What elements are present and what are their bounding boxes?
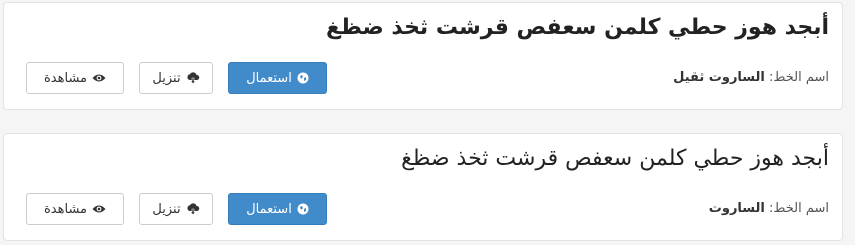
use-font-label: استعمال	[246, 70, 292, 86]
cloud-download-icon	[186, 72, 200, 84]
download-font-button[interactable]: تنزيل	[139, 193, 213, 225]
download-font-label: تنزيل	[152, 201, 181, 217]
download-font-label: تنزيل	[152, 70, 181, 86]
eye-icon	[92, 73, 106, 83]
font-sample-text: أبجد هوز حطي كلمن سعفص قرشت ثخذ ضظغ	[325, 15, 829, 40]
cloud-download-icon	[186, 203, 200, 215]
use-font-button[interactable]: استعمال	[228, 193, 327, 225]
font-name-value: الساروت	[708, 201, 765, 216]
globe-icon	[297, 203, 309, 215]
view-font-label: مشاهدة	[44, 201, 88, 217]
font-name-label: اسم الخط:	[769, 201, 829, 216]
font-sample-text: أبجد هوز حطي كلمن سعفص قرشت ثخذ ضظغ	[401, 146, 829, 171]
eye-icon	[92, 204, 106, 214]
use-font-label: استعمال	[246, 201, 292, 217]
globe-icon	[297, 72, 309, 84]
view-font-button[interactable]: مشاهدة	[26, 193, 124, 225]
use-font-button[interactable]: استعمال	[228, 62, 327, 94]
font-name-row: اسم الخط: الساروت ثقيل	[673, 70, 829, 85]
view-font-button[interactable]: مشاهدة	[26, 62, 124, 94]
font-card: أبجد هوز حطي كلمن سعفص قرشت ثخذ ضظغ اسم …	[3, 133, 843, 241]
download-font-button[interactable]: تنزيل	[139, 62, 213, 94]
font-card: أبجد هوز حطي كلمن سعفص قرشت ثخذ ضظغ اسم …	[3, 2, 843, 110]
font-name-row: اسم الخط: الساروت	[709, 201, 829, 216]
font-name-label: اسم الخط:	[769, 70, 829, 85]
font-name-value: الساروت ثقيل	[673, 70, 765, 85]
view-font-label: مشاهدة	[44, 70, 88, 86]
